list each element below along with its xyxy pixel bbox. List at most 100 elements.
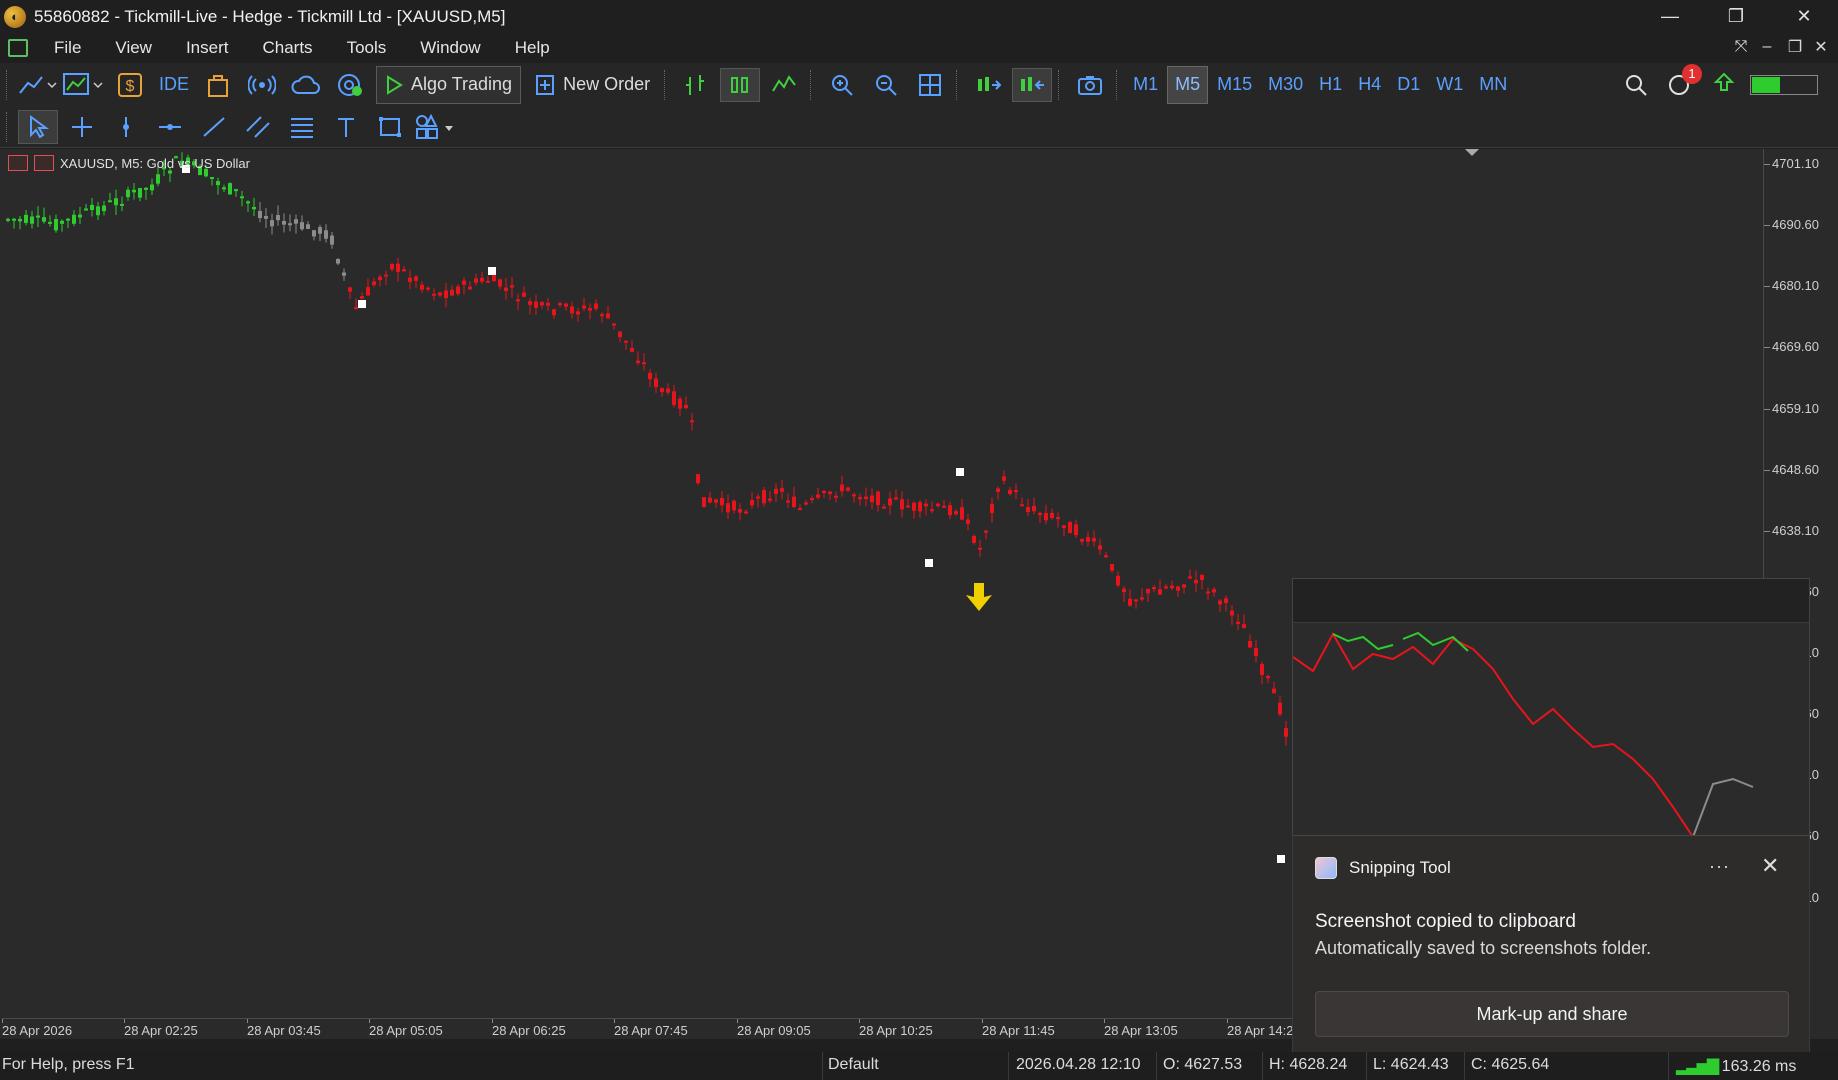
level-icon[interactable] (1704, 68, 1744, 102)
play-icon (387, 74, 403, 95)
screenshot-thumbnail[interactable] (1292, 578, 1810, 836)
market-bag-icon[interactable] (198, 68, 238, 102)
menu-help[interactable]: Help (499, 38, 568, 58)
thumbnail-chart (1293, 631, 1754, 835)
menu-insert[interactable]: Insert (170, 38, 247, 58)
status-high: H: 4628.24 (1269, 1056, 1348, 1073)
title-bar: ◐ 55860882 - Tickmill-Live - Hedge - Tic… (0, 0, 1838, 33)
new-order-button[interactable]: New Order (527, 66, 658, 104)
timeframe-m5[interactable]: M5 (1167, 65, 1209, 104)
ping-value: 163.26 ms (1721, 1058, 1797, 1075)
menu-window[interactable]: Window (404, 38, 498, 58)
chart-symbol-label: XAUUSD, M5: Gold vs US Dollar (8, 155, 250, 171)
trendline-tool-icon[interactable] (194, 110, 234, 144)
timeframe-m30[interactable]: M30 (1261, 66, 1310, 104)
pin-icon[interactable]: ⤧ (1728, 34, 1754, 60)
chart-shift-icon[interactable] (1012, 67, 1053, 102)
algo-trading-button[interactable]: Algo Trading (376, 65, 522, 104)
algo-trading-label: Algo Trading (411, 74, 513, 94)
crosshair-tool-icon[interactable] (62, 110, 102, 144)
connection-status: ▂▃▅▇ 163.26 ms (1676, 1056, 1796, 1076)
status-close: C: 4625.64 (1471, 1056, 1550, 1073)
time-tick: 28 Apr 2026 (2, 1019, 73, 1038)
screenshot-camera-icon[interactable] (1070, 68, 1110, 102)
timeframe-d1[interactable]: D1 (1390, 66, 1427, 104)
line-chart-icon (19, 75, 57, 94)
indicators-icon (63, 72, 103, 95)
indicators-dropdown[interactable] (62, 68, 106, 102)
text-tool-icon[interactable] (326, 110, 366, 144)
zoom-out-icon[interactable] (866, 68, 906, 102)
price-tick: 4701.10 (1764, 156, 1819, 171)
notifications-icon[interactable]: 1 (1660, 63, 1702, 102)
timeframe-h4[interactable]: H4 (1351, 66, 1388, 104)
zoom-in-icon[interactable] (822, 68, 862, 102)
time-tick: 28 Apr 13:05 (1104, 1019, 1178, 1038)
time-tick: 28 Apr 07:45 (614, 1019, 688, 1038)
timeframe-mn[interactable]: MN (1472, 66, 1514, 104)
menu-file[interactable]: File (38, 38, 99, 58)
time-tick: 28 Apr 09:05 (737, 1019, 811, 1038)
snipping-tool-icon (1315, 857, 1337, 879)
toolbar-grip (6, 69, 8, 100)
time-tick: 28 Apr 14:25 (1227, 1019, 1301, 1038)
time-tick: 28 Apr 02:25 (124, 1019, 198, 1038)
dollar-icon[interactable]: $ (110, 68, 150, 102)
toast-heading: Screenshot copied to clipboard (1315, 911, 1576, 932)
channel-tool-icon[interactable] (238, 110, 278, 144)
app-logo-icon: ◐ (4, 5, 26, 28)
time-tick: 28 Apr 06:25 (492, 1019, 566, 1038)
shape-tool-icon[interactable] (370, 110, 410, 144)
close-window-button[interactable]: ✕ (1776, 0, 1832, 33)
markup-and-share-button[interactable]: Mark-up and share (1315, 991, 1789, 1037)
time-tick: 28 Apr 03:45 (247, 1019, 321, 1038)
bar-chart-icon[interactable] (676, 68, 716, 102)
chart-type-dropdown[interactable] (18, 68, 58, 102)
new-order-icon (536, 74, 555, 95)
vertical-line-tool-icon[interactable] (106, 110, 146, 144)
new-order-label: New Order (563, 74, 651, 94)
status-bar: For Help, press F1 Default 2026.04.28 12… (0, 1052, 1838, 1080)
vps-cloud-icon[interactable] (286, 68, 326, 102)
signal-bars-icon: ▂▃▅▇ (1676, 1058, 1719, 1075)
profile-name[interactable]: Default (828, 1056, 879, 1074)
search-icon[interactable] (1616, 68, 1656, 102)
chart-window-icon[interactable] (8, 38, 28, 57)
chart-restore-button[interactable]: ❐ (1782, 34, 1808, 60)
autoscroll-icon[interactable] (968, 68, 1008, 102)
trade-panel-icon[interactable] (8, 155, 28, 171)
restore-button[interactable]: ❐ (1708, 0, 1764, 33)
toast-body: Automatically saved to screenshots folde… (1315, 938, 1652, 958)
menu-view[interactable]: View (99, 38, 170, 58)
snipping-tool-notification[interactable]: Snipping Tool ··· ✕ Screenshot copied to… (1292, 836, 1810, 1054)
line-type-icon[interactable] (764, 68, 804, 102)
fibonacci-tool-icon[interactable] (282, 110, 322, 144)
minimize-button[interactable]: — (1642, 0, 1698, 33)
signals-icon[interactable] (242, 68, 282, 102)
candlestick-chart-icon[interactable] (720, 67, 761, 102)
close-icon[interactable]: ✕ (1761, 853, 1779, 879)
community-globe-icon[interactable] (330, 68, 370, 102)
chart-close-button[interactable]: ✕ (1808, 34, 1834, 60)
menu-tools[interactable]: Tools (331, 38, 405, 58)
ide-button[interactable]: IDE (154, 68, 194, 102)
depth-panel-icon[interactable] (34, 155, 54, 171)
chart-minimize-button[interactable]: – (1754, 34, 1780, 60)
status-low: L: 4624.43 (1373, 1056, 1449, 1073)
window-title: 55860882 - Tickmill-Live - Hedge - Tickm… (34, 6, 506, 26)
menu-bar: File View Insert Charts Tools Window Hel… (0, 33, 1838, 62)
horizontal-line-tool-icon[interactable] (150, 110, 190, 144)
timeframe-w1[interactable]: W1 (1429, 66, 1470, 104)
menu-charts[interactable]: Charts (246, 38, 330, 58)
chart-shift-marker[interactable] (1465, 149, 1479, 156)
cursor-tool-icon[interactable] (18, 109, 58, 144)
price-tick: 4659.10 (1764, 401, 1819, 416)
tile-windows-icon[interactable] (910, 68, 950, 102)
more-options-icon[interactable]: ··· (1709, 856, 1730, 877)
connection-strength-bar (1750, 74, 1818, 95)
timeframe-m1[interactable]: M1 (1126, 66, 1165, 104)
objects-dropdown-icon[interactable] (414, 110, 458, 144)
timeframe-m15[interactable]: M15 (1210, 66, 1259, 104)
chart-symbol-text: XAUUSD, M5: Gold vs US Dollar (60, 155, 250, 171)
timeframe-h1[interactable]: H1 (1312, 66, 1349, 104)
